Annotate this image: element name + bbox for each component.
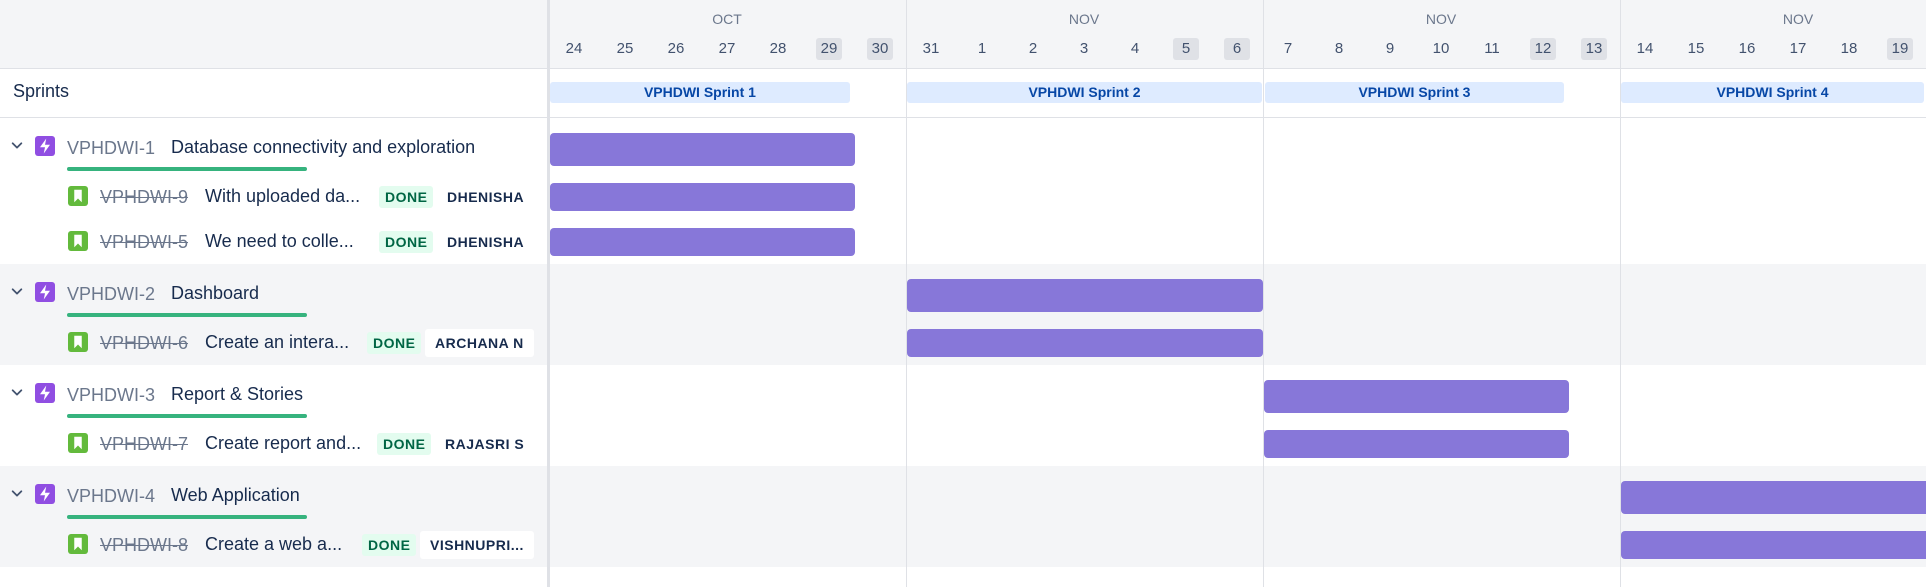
day-label: 25 bbox=[616, 40, 634, 57]
issue-summary[interactable]: With uploaded da... bbox=[205, 186, 360, 207]
month-label: OCT bbox=[712, 11, 742, 27]
status-badge[interactable]: DONE bbox=[362, 534, 417, 556]
day-label: 8 bbox=[1334, 40, 1344, 57]
assignee-chip[interactable]: DHENISHA bbox=[437, 228, 535, 256]
day-label: 11 bbox=[1484, 40, 1500, 57]
epic-icon bbox=[35, 282, 55, 302]
day-label: 26 bbox=[667, 40, 685, 57]
epic-progress-bar bbox=[67, 313, 307, 317]
month-label: NOV bbox=[1425, 11, 1457, 27]
sprint-chip[interactable]: VPHDWI Sprint 3 bbox=[1265, 82, 1564, 103]
assignee-chip[interactable]: RAJASRI S bbox=[435, 430, 535, 458]
issue-key-link[interactable]: VPHDWI-4 bbox=[67, 486, 155, 507]
day-label: 6 bbox=[1224, 38, 1250, 60]
issue-summary[interactable]: Create a web a... bbox=[205, 534, 342, 555]
epic-icon bbox=[35, 484, 55, 504]
assignee-chip[interactable]: ARCHANA N bbox=[425, 329, 534, 357]
issue-summary[interactable]: Dashboard bbox=[171, 283, 259, 304]
day-label: 29 bbox=[816, 38, 842, 60]
sprint-chip[interactable]: VPHDWI Sprint 4 bbox=[1621, 82, 1924, 103]
day-label: 1 bbox=[977, 40, 987, 57]
status-badge[interactable]: DONE bbox=[379, 186, 434, 208]
issue-timeline-bar[interactable] bbox=[907, 329, 1263, 357]
day-label: 17 bbox=[1789, 40, 1807, 57]
issue-key-link[interactable]: VPHDWI-7 bbox=[100, 434, 188, 455]
epic-icon bbox=[35, 136, 55, 156]
day-label: 4 bbox=[1130, 40, 1140, 57]
issue-key-link[interactable]: VPHDWI-2 bbox=[67, 284, 155, 305]
issue-summary[interactable]: Web Application bbox=[171, 485, 300, 506]
day-label: 10 bbox=[1432, 40, 1450, 57]
day-label: 18 bbox=[1840, 40, 1858, 57]
epic-timeline-bar[interactable] bbox=[907, 279, 1263, 312]
issue-summary[interactable]: Report & Stories bbox=[171, 384, 303, 405]
sprint-chip[interactable]: VPHDWI Sprint 2 bbox=[907, 82, 1262, 103]
day-label: 31 bbox=[922, 40, 940, 57]
epic-timeline-bar[interactable] bbox=[1264, 380, 1569, 413]
day-label: 14 bbox=[1636, 40, 1654, 57]
issue-timeline-bar[interactable] bbox=[1621, 531, 1926, 559]
day-label: 2 bbox=[1028, 40, 1038, 57]
issue-key-link[interactable]: VPHDWI-8 bbox=[100, 535, 188, 556]
story-bookmark-icon bbox=[68, 332, 88, 352]
day-label: 12 bbox=[1530, 38, 1556, 60]
epic-timeline-bar[interactable] bbox=[550, 133, 855, 166]
story-bookmark-icon bbox=[68, 231, 88, 251]
day-label: 3 bbox=[1079, 40, 1089, 57]
issue-summary[interactable]: Create an intera... bbox=[205, 332, 349, 353]
assignee-chip[interactable]: VISHNUPRI... bbox=[420, 531, 534, 559]
sprint-chip[interactable]: VPHDWI Sprint 1 bbox=[550, 82, 850, 103]
week-divider bbox=[1263, 0, 1264, 587]
chevron-down-icon[interactable] bbox=[10, 385, 24, 399]
day-label: 9 bbox=[1385, 40, 1395, 57]
issue-summary[interactable]: Create report and... bbox=[205, 433, 361, 454]
story-bookmark-icon bbox=[68, 433, 88, 453]
month-label: NOV bbox=[1782, 11, 1814, 27]
sprints-label: Sprints bbox=[13, 81, 70, 101]
issue-key-link[interactable]: VPHDWI-1 bbox=[67, 138, 155, 159]
epic-icon bbox=[35, 383, 55, 403]
day-label: 27 bbox=[718, 40, 736, 57]
issue-key-link[interactable]: VPHDWI-9 bbox=[100, 187, 188, 208]
status-badge[interactable]: DONE bbox=[377, 433, 432, 455]
day-label: 28 bbox=[769, 40, 787, 57]
day-label: 5 bbox=[1173, 38, 1199, 60]
day-label: 7 bbox=[1283, 40, 1293, 57]
timeline-view: OCT NOV NOV NOV 24 25 26 27 28 29 30 31 1 2 3 4 5 6 7 8 9 10 1… bbox=[0, 0, 1926, 587]
epic-progress-bar bbox=[67, 515, 307, 519]
epic-progress-bar bbox=[67, 167, 307, 171]
issue-timeline-bar[interactable] bbox=[1264, 430, 1569, 458]
day-label: 19 bbox=[1887, 38, 1913, 60]
chevron-down-icon[interactable] bbox=[10, 284, 24, 298]
epic-progress-bar bbox=[67, 414, 307, 418]
epic-timeline-bar[interactable] bbox=[1621, 481, 1926, 514]
story-bookmark-icon bbox=[68, 534, 88, 554]
status-badge[interactable]: DONE bbox=[379, 231, 434, 253]
day-label: 16 bbox=[1738, 40, 1756, 57]
day-label: 13 bbox=[1581, 38, 1607, 60]
day-label: 30 bbox=[867, 38, 893, 60]
issue-key-link[interactable]: VPHDWI-6 bbox=[100, 333, 188, 354]
day-label: 15 bbox=[1687, 40, 1705, 57]
month-label: NOV bbox=[1068, 11, 1100, 27]
assignee-chip[interactable]: DHENISHA bbox=[437, 183, 535, 211]
issue-summary[interactable]: We need to colle... bbox=[205, 231, 354, 252]
issue-timeline-bar[interactable] bbox=[550, 183, 855, 211]
chevron-down-icon[interactable] bbox=[10, 138, 24, 152]
day-label: 24 bbox=[565, 40, 583, 57]
story-bookmark-icon bbox=[68, 186, 88, 206]
issue-summary[interactable]: Database connectivity and exploration bbox=[171, 137, 475, 158]
issue-timeline-bar[interactable] bbox=[550, 228, 855, 256]
issue-key-link[interactable]: VPHDWI-5 bbox=[100, 232, 188, 253]
issue-key-link[interactable]: VPHDWI-3 bbox=[67, 385, 155, 406]
chevron-down-icon[interactable] bbox=[10, 486, 24, 500]
status-badge[interactable]: DONE bbox=[367, 332, 422, 354]
sprint-bottom-border bbox=[0, 117, 1926, 118]
header-bottom-border bbox=[0, 68, 1926, 69]
